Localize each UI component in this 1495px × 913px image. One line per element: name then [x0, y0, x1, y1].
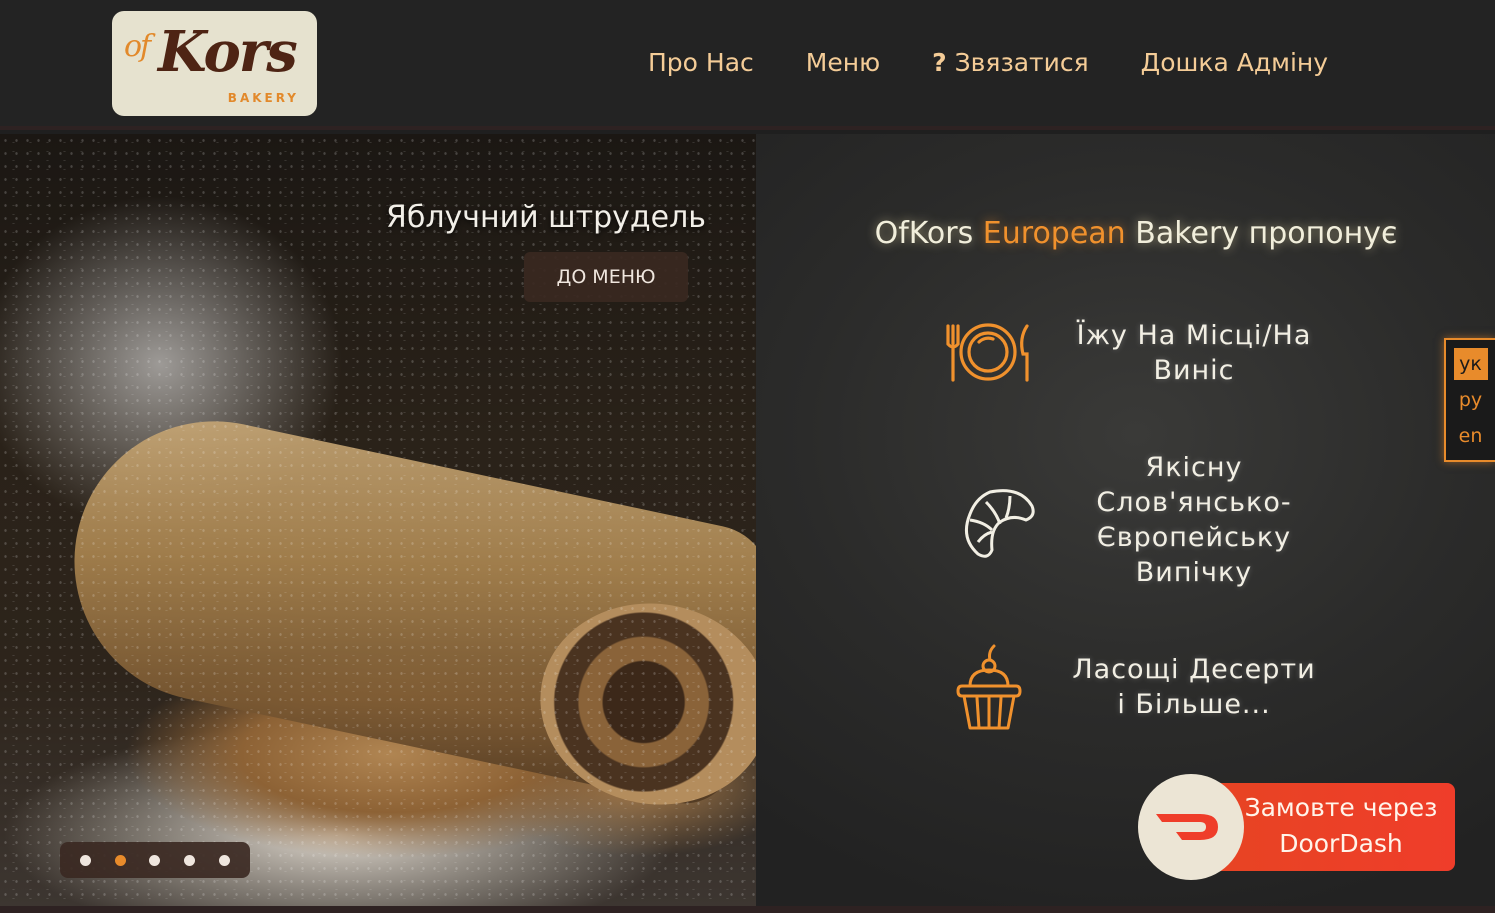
slide-title: Яблучний штрудель	[386, 200, 706, 235]
nav-about[interactable]: Про Нас	[648, 48, 754, 77]
to-menu-button[interactable]: ДО МЕНЮ	[524, 252, 688, 302]
doordash-icon	[1156, 814, 1218, 840]
lang-ru[interactable]: ру	[1454, 384, 1488, 416]
feature-line: Ласощі Десерти	[1072, 654, 1316, 685]
board-title-part: OfKors	[874, 216, 983, 251]
feature-dessert-text: Ласощі Десерти і Більше...	[1062, 652, 1326, 722]
board-title-accent: European	[982, 216, 1126, 251]
lang-uk[interactable]: ук	[1453, 348, 1488, 380]
logo-bakery: BAKERY	[227, 91, 299, 105]
croissant-icon	[964, 489, 1035, 558]
powdered-sugar-overlay	[0, 134, 756, 906]
language-switcher: ук ру en	[1444, 338, 1495, 462]
feature-line: і Більше...	[1117, 689, 1271, 720]
feature-line: Винiс	[1153, 355, 1235, 386]
doordash-label-line: Замовте через	[1244, 793, 1438, 822]
plate-cutlery-icon	[946, 323, 1029, 382]
slider-dots	[60, 842, 250, 878]
feature-line: Їжу На Місці/На	[1076, 320, 1312, 351]
lang-en[interactable]: en	[1454, 420, 1488, 452]
nav-contact-label: Звязатися	[954, 48, 1089, 77]
feature-pastry-text: Якісну Слов'янсько- Європейську Випічку	[1062, 450, 1326, 590]
logo-of: of	[124, 29, 151, 64]
board-title: OfKors European Bakery пропонує	[756, 216, 1495, 251]
nav-admin[interactable]: Дошка Адміну	[1141, 48, 1328, 77]
feature-dine-text: Їжу На Місці/На Винiс	[1062, 318, 1326, 388]
doordash-label-line: DoorDash	[1279, 829, 1403, 858]
doordash-logo-circle	[1138, 774, 1244, 880]
ofkors-logo[interactable]: of Kors BAKERY	[112, 11, 317, 116]
slider-dot-1[interactable]	[79, 854, 91, 866]
main-nav: Про Нас Меню ? Звязатися Дошка Адміну	[648, 48, 1380, 77]
site-header: of Kors BAKERY Про Нас Меню ? Звязатися Д…	[0, 0, 1495, 130]
slider-dot-2[interactable]	[114, 854, 126, 866]
board-title-part: Bakery пропонує	[1125, 216, 1398, 251]
nav-menu[interactable]: Меню	[806, 48, 880, 77]
doordash-label: Замовте через DoorDash	[1238, 790, 1444, 862]
feature-line: Європейську	[1096, 522, 1292, 553]
feature-line: Випічку	[1135, 557, 1253, 588]
question-icon: ?	[932, 48, 947, 77]
cupcake-icon	[956, 644, 1022, 730]
bottom-border	[0, 906, 1495, 913]
logo-kors: Kors	[158, 19, 298, 85]
slider-dot-4[interactable]	[184, 854, 196, 866]
doordash-order-button[interactable]: Замовте через DoorDash	[1138, 774, 1455, 880]
feature-line: Слов'янсько-	[1096, 487, 1292, 518]
slider-dot-5[interactable]	[219, 854, 231, 866]
feature-line: Якісну	[1145, 452, 1243, 483]
hero-slider: Яблучний штрудель ДО МЕНЮ	[0, 134, 756, 906]
slider-dot-3[interactable]	[149, 854, 161, 866]
nav-contact[interactable]: ? Звязатися	[932, 48, 1089, 77]
